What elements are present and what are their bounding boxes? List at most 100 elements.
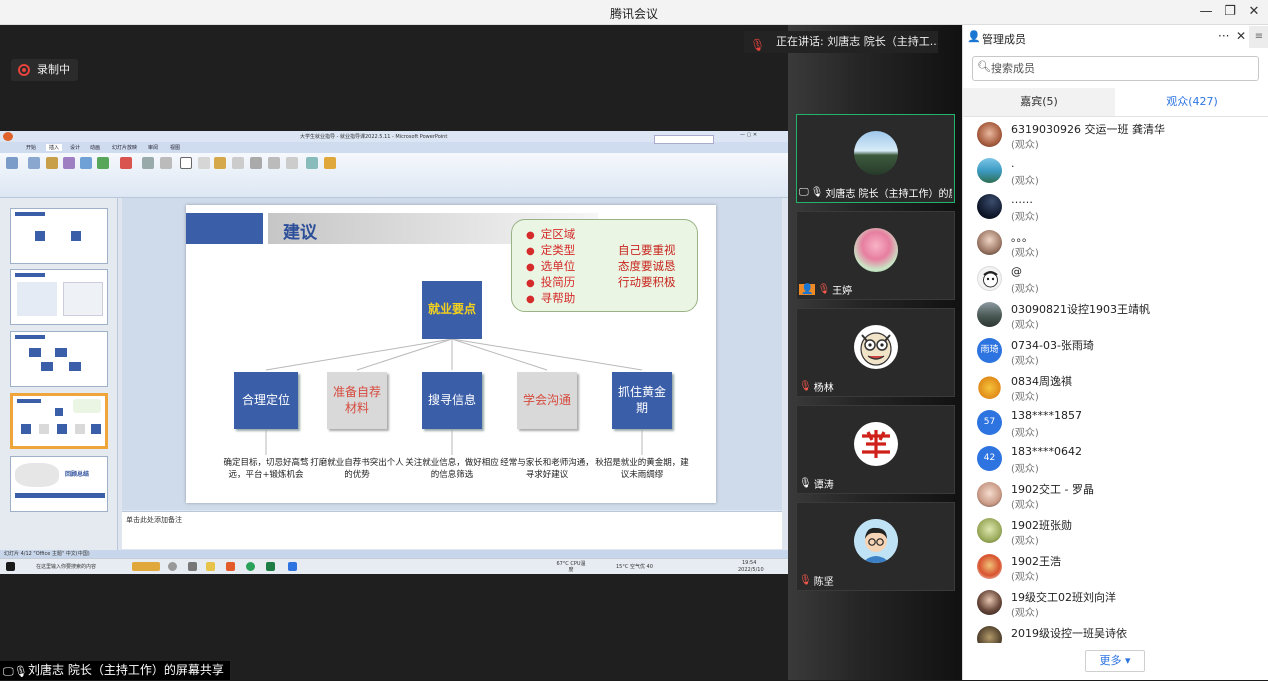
mic-muted-icon: 🎙 [799, 574, 812, 586]
slide-thumbnail[interactable] [10, 331, 108, 387]
mic-muted-icon: 🎙 [817, 283, 831, 295]
member-item[interactable]: 1902交工 - 罗晶 (观众) [963, 477, 1268, 513]
taskbar-app-icon[interactable] [188, 562, 197, 571]
powerpoint-icon[interactable] [226, 562, 235, 571]
excel-icon[interactable] [266, 562, 275, 571]
video-tile[interactable]: 🎙 杨林 [796, 308, 955, 397]
slide-thumbnail[interactable] [10, 269, 108, 325]
more-options-icon[interactable]: ··· [1218, 29, 1229, 43]
member-item[interactable]: 19级交工02班刘向洋 (观众) [963, 585, 1268, 621]
video-tile[interactable]: 🎙 陈坚 [796, 502, 955, 591]
notes-pane[interactable]: 单击此处添加备注 [122, 511, 782, 549]
tile-name: 🎙 谭涛 [799, 477, 834, 491]
symbol-icon [268, 157, 280, 169]
ppt-tab: 审阅 [148, 145, 159, 151]
taskbar-time: 19:54 [742, 560, 757, 566]
video-tile[interactable]: 👤 🎙 王婷 [796, 211, 955, 300]
close-button[interactable]: ✕ [1240, 0, 1268, 25]
member-list: 6319030926 交运一班 龚清华 (观众) . (观众) …… (观众) 。。。… [963, 117, 1268, 643]
header-icon [198, 157, 210, 169]
slide-editor[interactable]: 建议 定区域 定类型 选单位 投简历 寻帮助 自己要重视 态度要诚恳 行动要积极 [122, 198, 782, 510]
close-panel-icon[interactable]: ✕ [1236, 29, 1246, 43]
members-panel: 👤 管理成员 ··· ✕ ≡ 🔍︎ 嘉宾(5) 观众(427) 63190309… [962, 25, 1268, 680]
recording-indicator[interactable]: 录制中 [11, 59, 78, 81]
avatar: 42 [977, 446, 1002, 471]
wordart-icon [214, 157, 226, 169]
ime-toolbar [654, 135, 714, 144]
topic-description: 关注就业信息，做好相应的信息筛选 [405, 458, 499, 481]
avatar [977, 482, 1002, 507]
movie-icon [306, 157, 318, 169]
ppt-status-bar: 幻灯片 4/12 "Office 主题" 中文(中国) [0, 550, 788, 558]
task-view-icon[interactable] [168, 562, 177, 571]
shared-screen[interactable]: 大学生就业指导 - 就业指导课2022.5.11 - Microsoft Pow… [0, 131, 788, 574]
member-search[interactable]: 🔍︎ [972, 56, 1259, 81]
taskbar-date: 2022/5/10 [738, 567, 764, 573]
member-item[interactable]: 03090821设控1903王靖帆 (观众) [963, 297, 1268, 333]
ppt-tab: 开始 [26, 145, 37, 151]
slide-thumbnail[interactable]: 回顾总结 [10, 456, 108, 512]
action-icon [160, 157, 172, 169]
topic-box: 搜寻信息 [422, 372, 482, 429]
scrollbar[interactable] [1261, 120, 1266, 640]
avatar [977, 230, 1002, 255]
search-input[interactable] [991, 60, 1253, 77]
member-item[interactable]: 6319030926 交运一班 龚清华 (观众) [963, 117, 1268, 153]
member-item[interactable]: 1902班张勋 (观众) [963, 513, 1268, 549]
member-item[interactable]: …… (观众) [963, 189, 1268, 225]
avatar [854, 228, 898, 272]
more-members-button[interactable]: 更多 ▾ [1085, 650, 1145, 672]
menu-icon[interactable]: ≡ [1249, 26, 1268, 48]
hyperlink-icon [142, 157, 154, 169]
windows-start-icon[interactable] [6, 562, 15, 571]
mic-muted-icon: 🎙 [750, 38, 766, 52]
ppt-tab: 动画 [90, 145, 101, 151]
browser-icon[interactable] [246, 562, 255, 571]
topic-box: 学会沟通 [517, 372, 577, 429]
member-item[interactable]: 。。。 (观众) [963, 225, 1268, 261]
slide-thumbnail[interactable] [10, 208, 108, 264]
avatar [977, 626, 1002, 643]
topic-description: 秋招是就业的黄金期，建议未雨绸缪 [595, 458, 689, 481]
mic-icon: 🎙 [810, 186, 824, 198]
member-item[interactable]: 雨琦 0734-03-张雨琦 (观众) [963, 333, 1268, 369]
slide-number-icon [250, 157, 262, 169]
member-item[interactable]: @ (观众) [963, 261, 1268, 297]
tile-name: 👤 🎙 王婷 [799, 283, 853, 297]
member-item[interactable]: 0834周逸祺 (观众) [963, 369, 1268, 405]
topic-description: 确定目标，切忌好高骛远，平台+锻炼机会 [223, 458, 309, 481]
tile-name: 🎙 杨林 [799, 380, 834, 394]
taskbar-search[interactable]: 在这里输入你要搜索的内容 [36, 563, 96, 570]
members-tabs: 嘉宾(5) 观众(427) [963, 88, 1268, 117]
avatar [854, 422, 898, 466]
avatar [854, 325, 898, 369]
taskbar-app-icon[interactable] [132, 562, 160, 571]
slide-thumbnail-selected[interactable] [10, 393, 108, 449]
member-item[interactable]: 2019级设控一班吴诗依(观众) [963, 621, 1268, 643]
member-item[interactable]: 57 138****1857 (观众) [963, 405, 1268, 441]
member-item[interactable]: 42 183****0642 (观众) [963, 441, 1268, 477]
slide-thumbnails[interactable]: 回顾总结 [0, 198, 118, 550]
member-item[interactable]: . (观众) [963, 153, 1268, 189]
ppt-ribbon [0, 135, 788, 198]
core-topic-box: 就业要点 [422, 281, 482, 339]
avatar: 雨琦 [977, 338, 1002, 363]
weather-readout: 15°C 空气优 40 [616, 564, 653, 570]
video-tile[interactable]: 🎙 谭涛 [796, 405, 955, 494]
topic-description: 打磨就业自荐书突出个人的优势 [310, 458, 404, 481]
tab-guests[interactable]: 嘉宾(5) [963, 88, 1115, 116]
ppt-tab: 视图 [170, 145, 181, 151]
members-panel-header: 👤 管理成员 ··· ✕ ≡ [963, 25, 1268, 49]
member-item[interactable]: 1902王浩 (观众) [963, 549, 1268, 585]
shapes-icon [80, 157, 92, 169]
tile-name: 🎙 陈坚 [799, 574, 834, 588]
video-tile[interactable]: 🖵 🎙 刘唐志 院长（主持工作）的屏... [796, 114, 955, 203]
avatar [977, 554, 1002, 579]
tab-audience[interactable]: 观众(427) [1116, 88, 1268, 116]
recording-label: 录制中 [37, 63, 70, 76]
meeting-app-icon[interactable] [288, 562, 297, 571]
clipart-icon [46, 157, 58, 169]
album-icon [63, 157, 75, 169]
folder-icon[interactable] [206, 562, 215, 571]
person-icon: 👤 [967, 30, 981, 43]
